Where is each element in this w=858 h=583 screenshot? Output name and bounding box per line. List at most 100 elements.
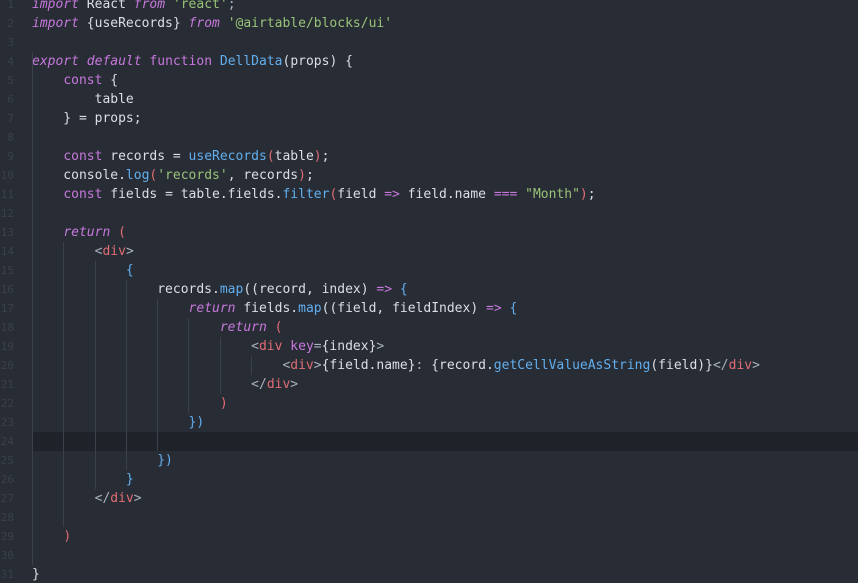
line-number: 15 <box>0 264 14 277</box>
code-token: (( <box>243 282 259 297</box>
code-line[interactable] <box>32 128 858 147</box>
code-token: const <box>63 149 103 164</box>
line-number: 28 <box>0 511 14 524</box>
code-token: DellData <box>219 54 283 69</box>
code-token: field.name <box>399 187 494 202</box>
line-number: 6 <box>7 93 14 106</box>
code-line[interactable]: <div>{field.name}: {record.getCellValueA… <box>32 356 858 375</box>
code-token: ; <box>227 0 236 12</box>
code-token: </ <box>712 358 729 373</box>
code-line[interactable] <box>32 33 858 52</box>
code-line[interactable]: records.map((record, index) => { <box>32 280 858 299</box>
code-token: {record. <box>431 358 494 373</box>
indent-guide <box>94 261 96 489</box>
code-token: function <box>149 54 213 69</box>
code-token: (field)} <box>650 358 713 373</box>
code-line[interactable]: ) <box>32 394 858 413</box>
code-token: records = <box>102 149 189 164</box>
code-token: </ <box>94 491 111 506</box>
code-line[interactable]: }) <box>32 413 858 432</box>
line-number: 3 <box>7 36 14 49</box>
code-line[interactable]: </div> <box>32 375 858 394</box>
code-line[interactable]: <div key={index}> <box>32 337 858 356</box>
code-line[interactable]: table <box>32 90 858 109</box>
code-line[interactable] <box>32 508 858 527</box>
code-line[interactable]: } <box>32 470 858 489</box>
code-line[interactable]: return fields.map((field, fieldIndex) =>… <box>32 299 858 318</box>
code-line[interactable]: const fields = table.fields.filter(field… <box>32 185 858 204</box>
code-line[interactable]: import {useRecords} from '@airtable/bloc… <box>32 14 858 33</box>
line-number-gutter: 1 2 3 4 5 6 7 8 9 10 11 12 13 14 15 16 17 18 19 20 21 22 23 24 2… <box>0 0 16 583</box>
indent-guide <box>63 242 65 527</box>
line-number: 2 <box>7 17 14 30</box>
code-token: (( <box>321 301 338 316</box>
code-token: div <box>102 244 126 259</box>
code-line[interactable]: return ( <box>32 318 858 337</box>
code-line[interactable]: </div> <box>32 489 858 508</box>
code-line[interactable]: console.log('records', records); <box>32 166 858 185</box>
code-token: }) <box>157 453 173 468</box>
code-token: ; <box>321 149 330 164</box>
code-token: } <box>32 567 40 582</box>
code-token: ; <box>305 168 314 183</box>
code-line[interactable]: ) <box>32 527 858 546</box>
code-token: ( <box>266 149 275 164</box>
code-line-active[interactable] <box>32 432 858 451</box>
line-number: 16 <box>0 283 14 296</box>
code-line[interactable] <box>32 546 858 565</box>
code-token: {index} <box>321 339 377 354</box>
code-token: 'react' <box>172 0 228 12</box>
code-token: { <box>102 73 119 88</box>
code-line[interactable]: import React from 'react'; <box>32 0 858 14</box>
code-token: default <box>86 54 142 69</box>
code-token: ) <box>63 529 72 544</box>
code-line[interactable]: } = props; <box>32 109 858 128</box>
code-token: table <box>274 149 314 164</box>
code-token: from <box>133 0 166 12</box>
line-number: 22 <box>0 397 14 410</box>
code-line[interactable]: const records = useRecords(table); <box>32 147 858 166</box>
code-token: fields. <box>235 301 299 316</box>
line-number: 27 <box>0 492 14 505</box>
code-token: > <box>133 491 142 506</box>
code-area[interactable]: import React from 'react'; import {useRec… <box>32 0 858 583</box>
code-token: : <box>415 358 432 373</box>
code-line[interactable]: const { <box>32 71 858 90</box>
line-number: 31 <box>0 568 14 581</box>
code-line[interactable]: <div> <box>32 242 858 261</box>
code-token: div <box>266 377 291 392</box>
code-token: = <box>313 339 322 354</box>
code-token: > <box>376 339 385 354</box>
code-token: > <box>313 358 322 373</box>
indent-guide <box>125 280 127 470</box>
code-token: ; <box>587 187 596 202</box>
code-token: getCellValueAsString <box>493 358 651 373</box>
code-token: > <box>125 244 134 259</box>
indent-guide <box>219 337 221 394</box>
code-token: div <box>258 339 283 354</box>
code-token: { <box>399 282 408 297</box>
code-line[interactable] <box>32 204 858 223</box>
code-token: map <box>298 301 322 316</box>
code-line[interactable]: export default function DellData(props) … <box>32 52 858 71</box>
code-line[interactable]: return ( <box>32 223 858 242</box>
code-line[interactable]: }) <box>32 451 858 470</box>
indent-guide <box>32 52 33 565</box>
code-editor[interactable]: 1 2 3 4 5 6 7 8 9 10 11 12 13 14 15 16 17 18 19 20 21 22 23 24 2… <box>0 0 858 583</box>
code-line[interactable]: { <box>32 261 858 280</box>
code-token: ) <box>219 396 228 411</box>
code-token: { <box>32 263 134 278</box>
code-line[interactable]: } <box>32 565 858 583</box>
code-token: 'records' <box>157 168 228 183</box>
line-number: 19 <box>0 340 14 353</box>
